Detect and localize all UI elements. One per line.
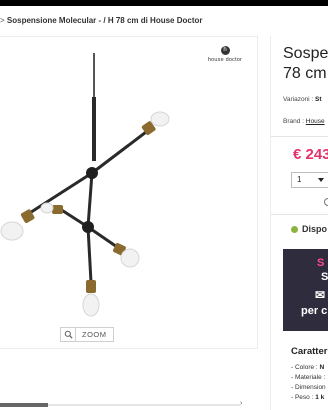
promo-line4: per c — [301, 305, 328, 317]
brand-logo-mark: h — [220, 46, 230, 55]
divider — [271, 214, 328, 215]
characteristic-item: - Materiale : — [291, 373, 326, 383]
wishlist-icon[interactable] — [324, 198, 328, 206]
promo-line1: S — [317, 257, 325, 269]
brand-label: Brand : — [283, 118, 304, 125]
quantity-value: 1 — [297, 175, 302, 184]
availability: Dispo — [291, 224, 327, 234]
availability-label: Dispo — [302, 224, 328, 234]
top-bar — [0, 0, 328, 6]
promo-banner[interactable]: S S ✉ per c — [283, 249, 328, 331]
quantity-select[interactable]: 1 — [291, 172, 328, 188]
brand-link[interactable]: House — [306, 118, 325, 125]
envelope-icon: ✉ — [315, 288, 326, 302]
characteristic-label: - Materiale : — [291, 374, 326, 381]
characteristics-list: - Colore : N - Materiale : - Dimension -… — [291, 363, 326, 403]
brand: Brand : House — [283, 118, 325, 125]
variations: Variazoni : St — [283, 96, 322, 103]
breadcrumb: > Sospensione Molecular - / H 78 cm di H… — [0, 16, 328, 30]
product-title-line1: Sospe — [283, 45, 328, 62]
product-title: Sospe 78 cm — [283, 44, 328, 84]
divider — [271, 136, 328, 137]
zoom-button[interactable]: ZOOM — [60, 327, 114, 342]
brand-logo-text: house doctor — [207, 57, 243, 63]
characteristic-value: N — [319, 364, 325, 371]
product-price: € 243 — [293, 146, 328, 163]
breadcrumb-current[interactable]: Sospensione Molecular - / H 78 cm di Hou… — [7, 16, 203, 25]
characteristic-item: - Dimension — [291, 383, 326, 393]
breadcrumb-separator: > — [0, 16, 5, 25]
variations-label: Variazoni : — [283, 96, 314, 103]
characteristic-label: - Dimension — [291, 384, 326, 391]
promo-line2: S — [321, 271, 328, 283]
characteristic-label: - Colore : — [291, 364, 318, 371]
characteristics-title: Caratteri — [291, 346, 328, 357]
product-image-panel[interactable] — [0, 36, 258, 349]
horizontal-scrollbar[interactable]: › — [0, 400, 328, 410]
zoom-label: ZOOM — [82, 330, 107, 339]
product-image[interactable] — [0, 37, 258, 350]
scrollbar-thumb[interactable] — [0, 403, 48, 407]
characteristic-item: - Colore : N — [291, 363, 326, 373]
chevron-down-icon — [318, 178, 324, 182]
variations-value[interactable]: St — [315, 96, 322, 103]
availability-dot-icon — [291, 226, 298, 233]
product-info-column: Sospe 78 cm Variazoni : St Brand : House… — [270, 36, 328, 410]
product-title-line2: 78 cm — [283, 65, 327, 82]
scroll-right-icon[interactable]: › — [240, 400, 242, 407]
magnifier-icon — [61, 328, 76, 341]
brand-logo: h house doctor — [205, 46, 245, 63]
